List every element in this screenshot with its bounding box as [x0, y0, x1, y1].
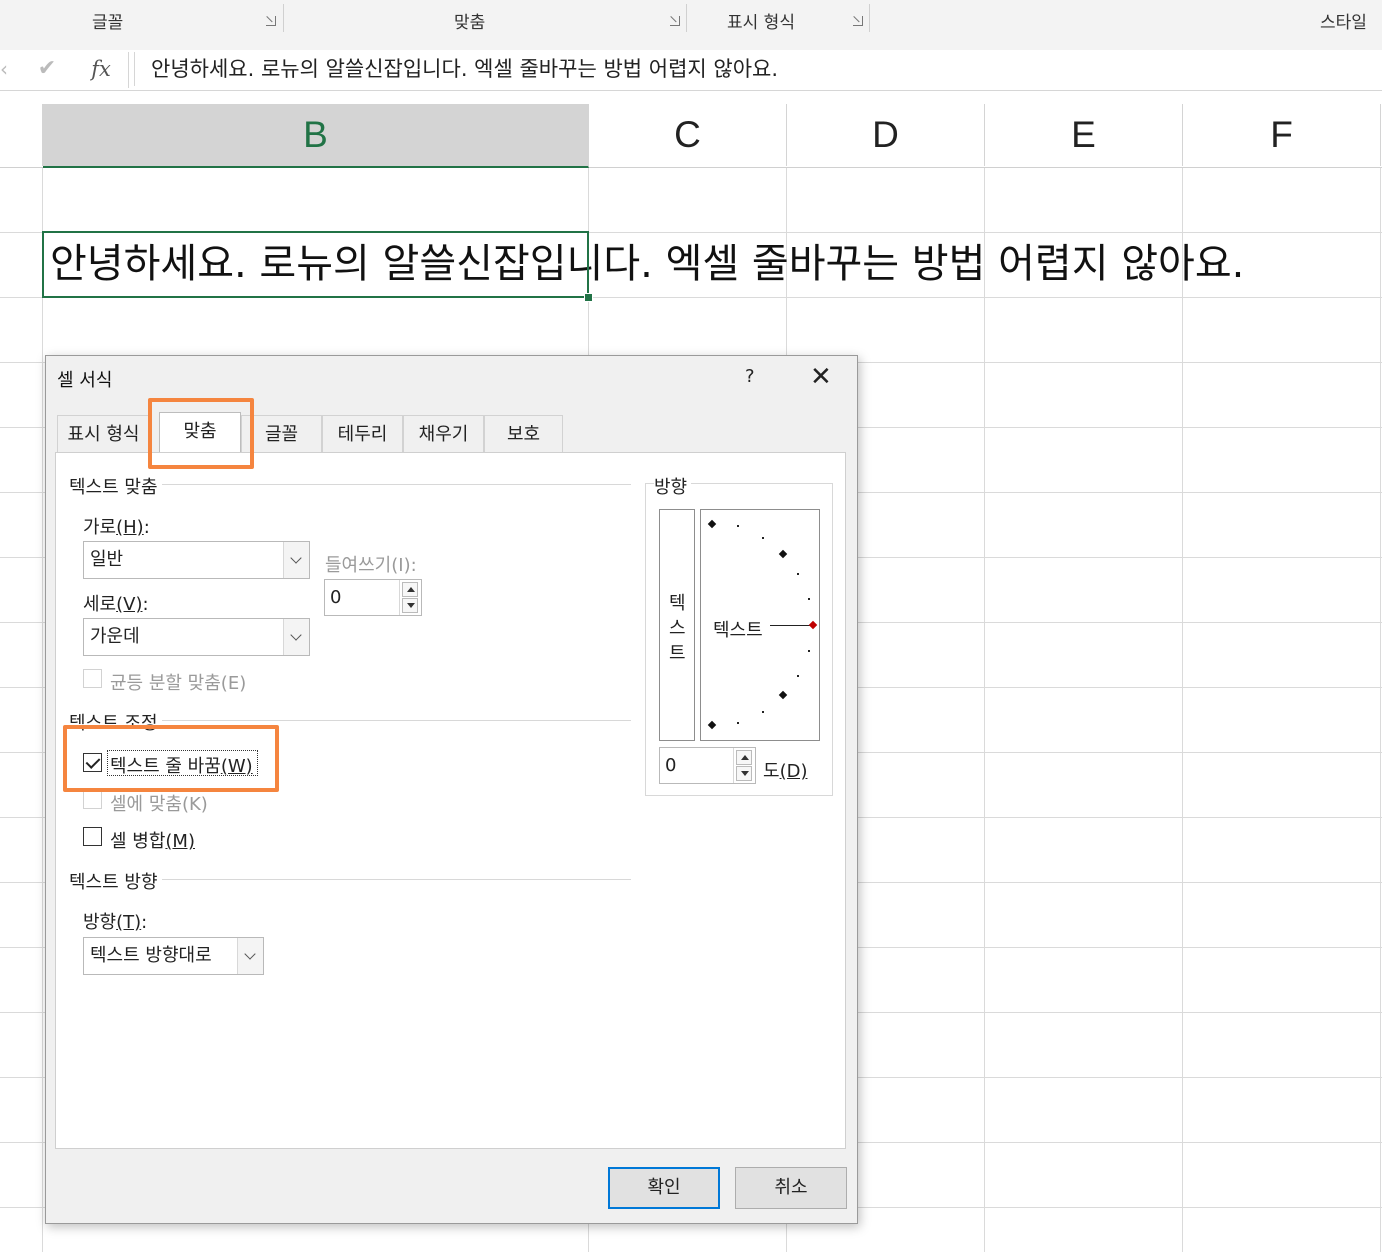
horizontal-label-key: (H) — [116, 517, 144, 538]
vertical-text-char: 스 — [669, 618, 686, 639]
direction-label: 방향(T): — [83, 912, 148, 933]
chevron-down-icon[interactable] — [283, 542, 309, 578]
dial-dot — [737, 525, 739, 527]
merge-cells-label-text: 셀 병합 — [110, 831, 166, 852]
degrees-label-key: (D) — [779, 761, 808, 782]
ribbon-group-alignment: 맞춤 — [454, 13, 486, 33]
justify-distributed-checkbox — [83, 669, 102, 688]
direction-label-key: (T) — [116, 912, 142, 933]
column-header-e[interactable]: E — [985, 104, 1183, 166]
selected-cell-b2[interactable] — [42, 231, 589, 298]
ribbon-separator — [686, 4, 687, 32]
degrees-spinner[interactable]: 0 — [659, 747, 756, 784]
indent-label: 들여쓰기(I): — [325, 555, 417, 576]
alignment-dialog-launcher-icon[interactable] — [670, 16, 680, 26]
orientation-title: 방향 — [654, 473, 692, 499]
number-dialog-launcher-icon[interactable] — [853, 16, 863, 26]
close-icon[interactable]: ✕ — [810, 362, 832, 392]
direction-label-text: 방향 — [83, 912, 117, 933]
dial-dot — [762, 711, 764, 713]
shrink-to-fit-checkbox — [83, 790, 102, 809]
formula-input[interactable]: 안녕하세요. 로뉴의 알쓸신잡입니다. 엑셀 줄바꾸는 방법 어렵지 않아요. — [134, 52, 1382, 86]
direction-select-value: 텍스트 방향대로 — [90, 945, 212, 966]
highlight-alignment-tab — [148, 398, 254, 469]
vertical-label-key: (V) — [116, 594, 143, 615]
section-title-text-alignment: 텍스트 맞춤 — [69, 473, 162, 499]
vertical-select[interactable]: 가운데 — [83, 618, 310, 656]
tab-fill[interactable]: 채우기 — [403, 415, 484, 453]
merge-cells-checkbox[interactable] — [83, 827, 102, 846]
vertical-label: 세로(V): — [83, 594, 149, 615]
shrink-to-fit-label: 셀에 맞춤(K) — [110, 794, 208, 815]
ribbon-group-number: 표시 형식 — [727, 13, 795, 33]
tab-protection[interactable]: 보호 — [484, 415, 563, 453]
section-title-text-direction: 텍스트 방향 — [69, 868, 162, 894]
dial-dot — [762, 537, 764, 539]
column-header-d[interactable]: D — [787, 104, 985, 166]
horizontal-select-value: 일반 — [90, 549, 124, 570]
indent-value: 0 — [330, 587, 342, 608]
grid-line — [42, 168, 43, 1252]
horizontal-label-text: 가로 — [83, 517, 117, 538]
dial-dot — [797, 675, 799, 677]
spin-down-icon[interactable] — [402, 598, 418, 613]
fill-handle[interactable] — [584, 293, 593, 302]
column-header-c[interactable]: C — [589, 104, 787, 166]
dial-sample-text: 텍스트 — [713, 620, 763, 641]
help-button[interactable]: ? — [745, 366, 755, 387]
ribbon-group-styles: 스타일 — [1320, 13, 1367, 33]
check-icon[interactable]: ✔ — [34, 50, 60, 88]
row-header-corner — [0, 104, 43, 166]
grid-line — [984, 168, 985, 1252]
indent-spinner[interactable]: 0 — [324, 579, 422, 616]
degrees-value: 0 — [665, 755, 677, 776]
dial-dot — [737, 722, 739, 724]
justify-distributed-label: 균등 분할 맞춤(E) — [110, 673, 247, 694]
spin-down-icon[interactable] — [736, 766, 752, 781]
vertical-select-value: 가운데 — [90, 626, 140, 647]
cancel-button[interactable]: 취소 — [735, 1167, 847, 1209]
dial-pointer-line — [770, 625, 812, 626]
cut-off-ribbon-text: · · · — [885, 0, 913, 10]
ribbon-separator — [869, 4, 870, 32]
degrees-label: 도(D) — [763, 757, 807, 783]
ok-button[interactable]: 확인 — [608, 1167, 720, 1209]
dialog-title: 셀 서식 — [57, 370, 113, 391]
highlight-wrap-text — [63, 725, 279, 792]
dial-dot — [808, 598, 810, 600]
tab-number[interactable]: 표시 형식 — [57, 415, 150, 453]
tab-border[interactable]: 테두리 — [322, 415, 403, 453]
horizontal-select[interactable]: 일반 — [83, 541, 310, 579]
grid-line — [1182, 168, 1183, 1252]
dial-dot — [797, 573, 799, 575]
vertical-text-char: 트 — [669, 643, 686, 664]
formula-divider — [128, 52, 129, 88]
horizontal-label: 가로(H): — [83, 517, 150, 538]
spin-up-icon[interactable] — [736, 750, 752, 765]
merge-cells-label-key: (M) — [165, 831, 195, 852]
degrees-spin-buttons — [733, 748, 755, 783]
direction-select[interactable]: 텍스트 방향대로 — [83, 937, 264, 975]
spin-up-icon[interactable] — [402, 582, 418, 597]
chevron-down-icon[interactable] — [237, 938, 263, 974]
degrees-label-text: 도 — [763, 761, 780, 782]
ribbon-group-bar: · · · 글꼴 맞춤 표시 형식 스타일 — [0, 0, 1382, 37]
cancel-entry-icon[interactable]: ‹ — [0, 50, 14, 88]
ribbon-group-font: 글꼴 — [92, 13, 124, 33]
vertical-text-char: 텍 — [669, 593, 686, 614]
column-header-f[interactable]: F — [1183, 104, 1381, 166]
chevron-down-icon[interactable] — [283, 619, 309, 655]
font-dialog-launcher-icon[interactable] — [266, 16, 276, 26]
merge-cells-label[interactable]: 셀 병합(M) — [110, 827, 195, 853]
indent-spin-buttons — [399, 580, 421, 615]
column-header-b[interactable]: B — [43, 104, 589, 168]
formula-bar-strip — [0, 36, 1382, 50]
ribbon-separator — [283, 4, 284, 32]
grid-line — [1380, 168, 1381, 1252]
dial-dot — [808, 650, 810, 652]
insert-function-icon[interactable]: fx — [86, 50, 116, 88]
vertical-label-text: 세로 — [83, 594, 117, 615]
